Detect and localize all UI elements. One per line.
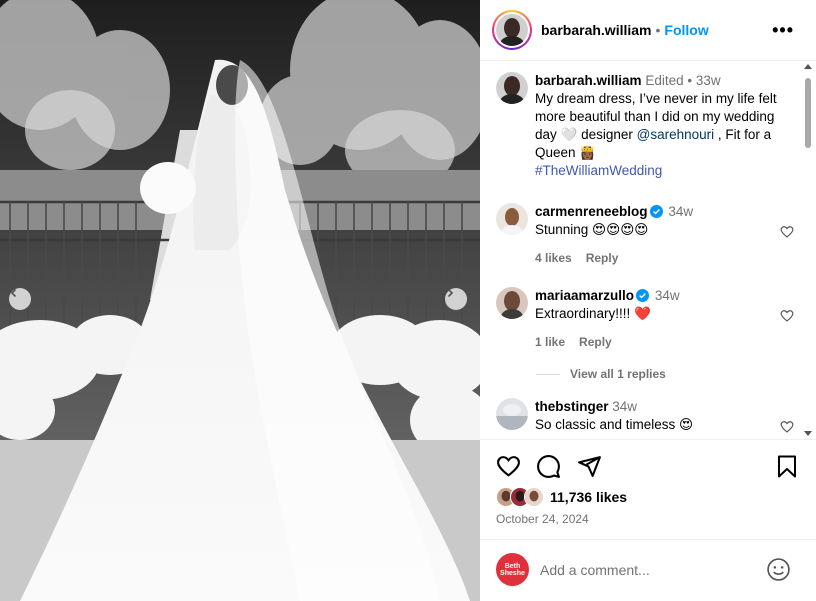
scroll-down-arrow[interactable] <box>804 431 812 436</box>
heart-icon[interactable] <box>496 454 521 479</box>
caption-author-avatar[interactable] <box>496 72 528 104</box>
comment-reply-button[interactable]: Reply <box>579 335 612 349</box>
caption-hashtag-link[interactable]: #TheWilliamWedding <box>535 163 662 178</box>
liker-avatar <box>524 487 544 507</box>
author-username[interactable]: barbarah.william <box>541 22 651 38</box>
header-separator: • <box>655 22 661 38</box>
comment-time[interactable]: 34w <box>655 288 680 303</box>
comment-username[interactable]: carmenreneeblog <box>535 204 648 219</box>
scroll-thumb[interactable] <box>805 78 811 148</box>
caption-mention-link[interactable]: @sarehnouri <box>637 127 715 142</box>
commenter-avatar[interactable] <box>496 398 528 430</box>
comment-row: mariaamarzullo 34w Extraordinary!!!! ❤️ … <box>496 287 796 387</box>
post-date[interactable]: October 24, 2024 <box>496 512 589 526</box>
author-story-ring[interactable] <box>492 10 532 50</box>
heart-icon[interactable] <box>780 309 794 323</box>
comment-reply-button[interactable]: Reply <box>586 251 619 265</box>
caption-time[interactable]: 33w <box>696 73 721 88</box>
view-replies-label: View all 1 replies <box>570 367 666 381</box>
comment-time[interactable]: 34w <box>668 204 693 219</box>
likes-summary[interactable]: 11,736 likes <box>496 487 627 507</box>
comment-text: carmenreneeblog 34w Stunning 😍😍😍😍 <box>535 203 780 239</box>
emoji-icon[interactable] <box>766 557 791 582</box>
post-side-panel: barbarah.william • Follow ••• barbarah.w… <box>480 0 816 601</box>
more-icon[interactable]: ••• <box>772 20 794 41</box>
liker-avatars <box>496 487 548 507</box>
comment-meta: 4 likes Reply <box>535 251 632 265</box>
post-photo[interactable] <box>0 0 480 601</box>
comments-list[interactable]: barbarah.william Edited • 33w My dream d… <box>480 62 816 438</box>
action-bar: 11,736 likes October 24, 2024 <box>480 439 816 539</box>
comment-likes[interactable]: 1 like <box>535 335 565 349</box>
carousel-next-button[interactable] <box>445 288 467 310</box>
author-avatar <box>496 14 528 46</box>
comment-icon[interactable] <box>536 454 561 479</box>
likes-count[interactable]: 11,736 likes <box>550 489 627 505</box>
caption-text: barbarah.william Edited • 33w My dream d… <box>535 72 780 180</box>
comment-text: mariaamarzullo 34w Extraordinary!!!! ❤️ <box>535 287 780 323</box>
add-comment-bar: Beth Sheshe <box>480 539 816 601</box>
wedding-photo-illustration <box>0 0 480 601</box>
comment-text: thebstinger 34w So classic and timeless … <box>535 398 780 434</box>
add-comment-input[interactable] <box>540 559 760 581</box>
heart-icon[interactable] <box>780 225 794 239</box>
current-user-avatar[interactable]: Beth Sheshe <box>496 553 529 586</box>
verified-icon <box>649 205 663 218</box>
chevron-right-icon <box>447 288 454 298</box>
replies-divider <box>536 373 560 375</box>
comment-row: carmenreneeblog 34w Stunning 😍😍😍😍 4 like… <box>496 203 796 273</box>
comment-body: Stunning 😍😍😍😍 <box>535 222 649 237</box>
carousel-prev-button[interactable] <box>9 288 31 310</box>
caption-edited: Edited <box>645 73 684 88</box>
caption-username[interactable]: barbarah.william <box>535 73 642 88</box>
view-replies-button[interactable]: View all 1 replies <box>536 367 666 381</box>
comment-username[interactable]: mariaamarzullo <box>535 288 634 303</box>
share-icon[interactable] <box>577 454 602 479</box>
chevron-left-icon <box>10 288 17 298</box>
comment-row: thebstinger 34w So classic and timeless … <box>496 398 796 438</box>
post-header: barbarah.william • Follow ••• <box>480 0 816 61</box>
verified-icon <box>636 289 650 302</box>
commenter-avatar[interactable] <box>496 287 528 319</box>
comments-scrollbar[interactable] <box>804 64 812 436</box>
scroll-up-arrow[interactable] <box>804 64 812 69</box>
bookmark-icon[interactable] <box>776 454 798 479</box>
comment-body: So classic and timeless 😍 <box>535 417 694 432</box>
heart-icon[interactable] <box>780 420 794 434</box>
commenter-avatar[interactable] <box>496 203 528 235</box>
comment-time[interactable]: 34w <box>612 399 637 414</box>
comment-likes[interactable]: 4 likes <box>535 251 572 265</box>
comment-meta: 1 like Reply <box>535 335 626 349</box>
caption-dot: • <box>687 73 693 88</box>
comment-body: Extraordinary!!!! ❤️ <box>535 306 651 321</box>
follow-button[interactable]: Follow <box>664 22 708 38</box>
comment-username[interactable]: thebstinger <box>535 399 609 414</box>
